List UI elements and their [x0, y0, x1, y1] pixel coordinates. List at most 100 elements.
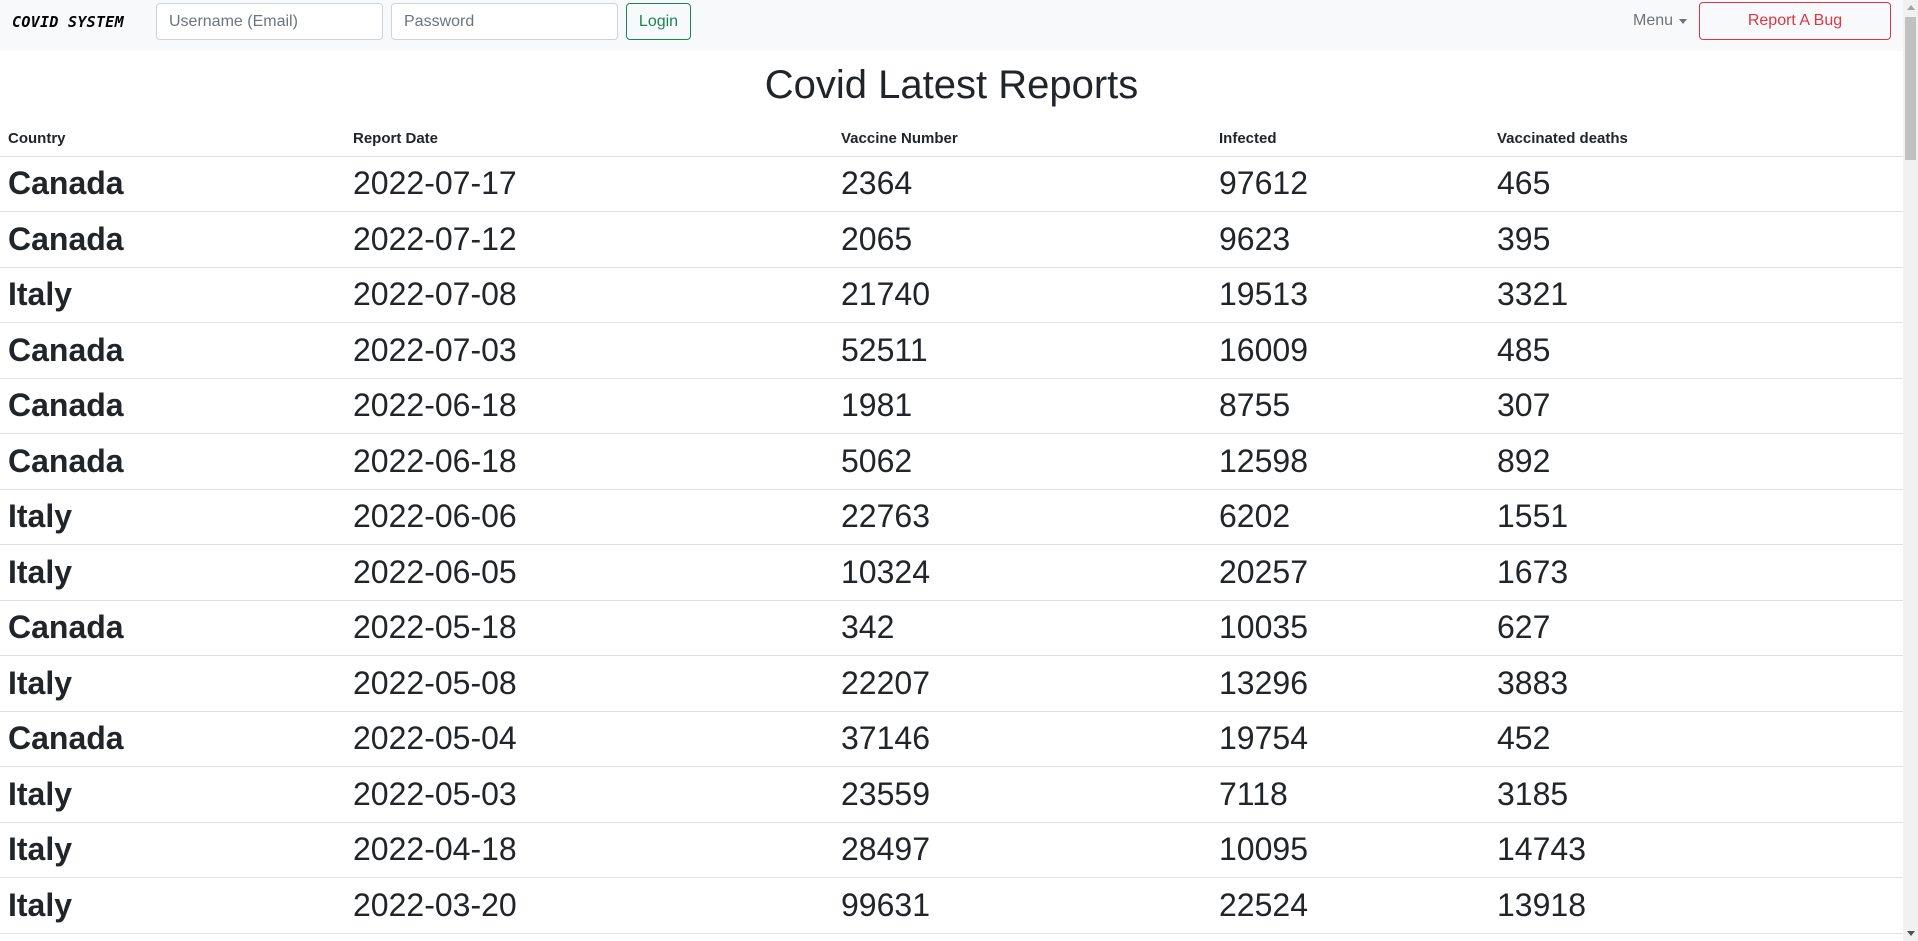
- page: COVID SYSTEM Login Menu Report A Bug Cov…: [0, 0, 1918, 941]
- chevron-down-icon: [1679, 19, 1688, 24]
- navbar: COVID SYSTEM Login Menu Report A Bug: [0, 0, 1903, 51]
- table-row: Italy 2022-06-05 10324 20257 1673: [0, 544, 1903, 601]
- table-header-row: Country Report Date Vaccine Number Infec…: [0, 121, 1903, 157]
- cell-report-date: 2022-05-04: [345, 711, 833, 767]
- cell-infected: 13296: [1211, 655, 1489, 712]
- cell-report-date: 2022-06-18: [345, 378, 833, 434]
- cell-vaccinated-deaths: 3321: [1489, 267, 1903, 323]
- column-header-infected: Infected: [1211, 121, 1489, 157]
- cell-country: Italy: [0, 877, 345, 934]
- cell-report-date: 2022-07-03: [345, 322, 833, 379]
- cell-vaccine-number: 2065: [833, 211, 1211, 268]
- cell-vaccinated-deaths: 627: [1489, 600, 1903, 656]
- column-header-vaccinated-deaths: Vaccinated deaths: [1489, 121, 1903, 157]
- password-input[interactable]: [391, 3, 618, 40]
- cell-vaccinated-deaths: 3185: [1489, 766, 1903, 823]
- cell-country: Italy: [0, 655, 345, 712]
- cell-infected: 7118: [1211, 766, 1489, 823]
- cell-country: Canada: [0, 322, 345, 379]
- table-body: Canada 2022-07-17 2364 97612 465 Canada …: [0, 156, 1903, 934]
- table-row: Italy 2022-07-08 21740 19513 3321: [0, 267, 1903, 323]
- cell-report-date: 2022-05-18: [345, 600, 833, 656]
- cell-vaccinated-deaths: 14743: [1489, 822, 1903, 878]
- table-row: Canada 2022-05-18 342 10035 627: [0, 600, 1903, 656]
- column-header-vaccine-number: Vaccine Number: [833, 121, 1211, 157]
- cell-vaccine-number: 10324: [833, 544, 1211, 601]
- login-button[interactable]: Login: [626, 3, 691, 40]
- cell-report-date: 2022-03-20: [345, 877, 833, 934]
- cell-vaccinated-deaths: 3883: [1489, 655, 1903, 712]
- cell-infected: 8755: [1211, 378, 1489, 434]
- cell-country: Italy: [0, 267, 345, 323]
- cell-vaccinated-deaths: 892: [1489, 433, 1903, 490]
- table-row: Italy 2022-06-06 22763 6202 1551: [0, 489, 1903, 545]
- menu-label: Menu: [1633, 12, 1674, 29]
- cell-country: Canada: [0, 378, 345, 434]
- cell-country: Canada: [0, 433, 345, 490]
- table-row: Canada 2022-07-03 52511 16009 485: [0, 322, 1903, 379]
- cell-vaccinated-deaths: 465: [1489, 156, 1903, 212]
- cell-country: Canada: [0, 600, 345, 656]
- cell-country: Canada: [0, 156, 345, 212]
- table-row: Canada 2022-07-12 2065 9623 395: [0, 211, 1903, 268]
- cell-infected: 9623: [1211, 211, 1489, 268]
- table-row: Italy 2022-05-08 22207 13296 3883: [0, 655, 1903, 712]
- cell-infected: 97612: [1211, 156, 1489, 212]
- cell-vaccinated-deaths: 307: [1489, 378, 1903, 434]
- cell-infected: 10035: [1211, 600, 1489, 656]
- report-bug-button[interactable]: Report A Bug: [1699, 2, 1891, 40]
- cell-vaccine-number: 5062: [833, 433, 1211, 490]
- column-header-report-date: Report Date: [345, 121, 833, 157]
- cell-country: Canada: [0, 211, 345, 268]
- cell-infected: 10095: [1211, 822, 1489, 878]
- cell-vaccine-number: 99631: [833, 877, 1211, 934]
- cell-country: Italy: [0, 544, 345, 601]
- scroll-up-arrow-icon[interactable]: [1907, 5, 1915, 10]
- cell-vaccine-number: 23559: [833, 766, 1211, 823]
- cell-vaccine-number: 2364: [833, 156, 1211, 212]
- cell-report-date: 2022-04-18: [345, 822, 833, 878]
- cell-vaccinated-deaths: 1673: [1489, 544, 1903, 601]
- cell-infected: 22524: [1211, 877, 1489, 934]
- table-row: Canada 2022-06-18 1981 8755 307: [0, 378, 1903, 434]
- cell-country: Italy: [0, 489, 345, 545]
- menu-dropdown-toggle[interactable]: Menu: [1633, 12, 1688, 30]
- cell-vaccine-number: 28497: [833, 822, 1211, 878]
- cell-report-date: 2022-07-08: [345, 267, 833, 323]
- cell-infected: 20257: [1211, 544, 1489, 601]
- table-row: Canada 2022-07-17 2364 97612 465: [0, 156, 1903, 212]
- vertical-scrollbar[interactable]: [1903, 0, 1918, 941]
- table-row: Canada 2022-06-18 5062 12598 892: [0, 433, 1903, 490]
- table-row: Italy 2022-04-18 28497 10095 14743: [0, 822, 1903, 878]
- table-row: Italy 2022-05-03 23559 7118 3185: [0, 766, 1903, 823]
- column-header-country: Country: [0, 121, 345, 157]
- cell-country: Italy: [0, 822, 345, 878]
- page-title: Covid Latest Reports: [764, 63, 1139, 107]
- cell-vaccine-number: 1981: [833, 378, 1211, 434]
- cell-vaccine-number: 22207: [833, 655, 1211, 712]
- cell-country: Italy: [0, 766, 345, 823]
- cell-vaccinated-deaths: 395: [1489, 211, 1903, 268]
- username-input[interactable]: [156, 3, 383, 40]
- cell-report-date: 2022-05-03: [345, 766, 833, 823]
- scroll-thumb[interactable]: [1905, 17, 1916, 160]
- cell-report-date: 2022-06-18: [345, 433, 833, 490]
- cell-report-date: 2022-06-05: [345, 544, 833, 601]
- table-row: Canada 2022-05-04 37146 19754 452: [0, 711, 1903, 767]
- cell-vaccinated-deaths: 1551: [1489, 489, 1903, 545]
- reports-table-container: Country Report Date Vaccine Number Infec…: [0, 121, 1903, 934]
- cell-vaccine-number: 21740: [833, 267, 1211, 323]
- cell-vaccine-number: 52511: [833, 322, 1211, 379]
- cell-vaccinated-deaths: 485: [1489, 322, 1903, 379]
- reports-table: Country Report Date Vaccine Number Infec…: [0, 121, 1903, 934]
- cell-report-date: 2022-07-17: [345, 156, 833, 212]
- cell-country: Canada: [0, 711, 345, 767]
- cell-report-date: 2022-07-12: [345, 211, 833, 268]
- scroll-down-arrow-icon[interactable]: [1907, 931, 1915, 936]
- cell-infected: 12598: [1211, 433, 1489, 490]
- cell-vaccinated-deaths: 13918: [1489, 877, 1903, 934]
- cell-vaccine-number: 37146: [833, 711, 1211, 767]
- cell-report-date: 2022-05-08: [345, 655, 833, 712]
- cell-vaccinated-deaths: 452: [1489, 711, 1903, 767]
- brand-logo[interactable]: COVID SYSTEM: [12, 13, 124, 31]
